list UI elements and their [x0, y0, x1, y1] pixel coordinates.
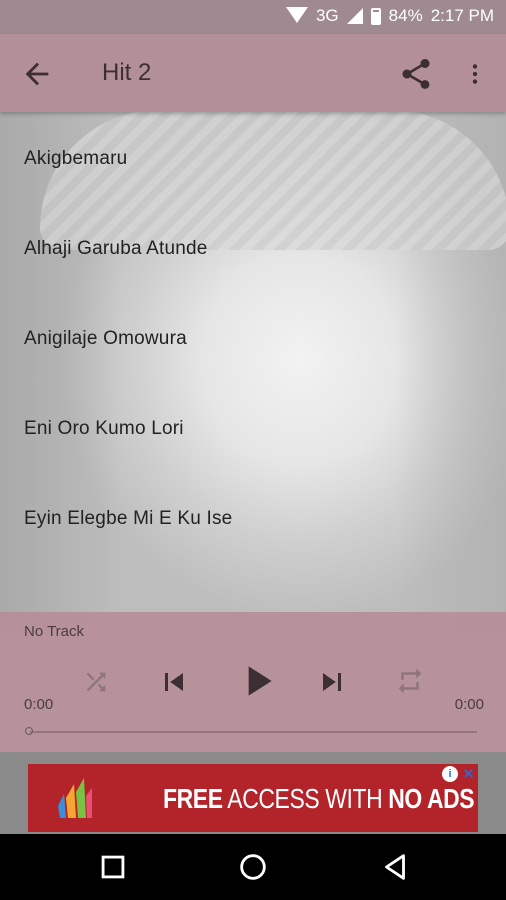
- wifi-icon: [285, 7, 308, 25]
- ad-banner[interactable]: FREE ACCESS WITH NO ADS i ✕: [28, 764, 478, 832]
- seek-thumb[interactable]: [25, 727, 33, 735]
- back-nav-icon[interactable]: [378, 850, 412, 884]
- song-title: Akigbemaru: [24, 148, 128, 169]
- battery-icon: [370, 7, 381, 25]
- recents-icon[interactable]: [96, 850, 130, 884]
- play-icon[interactable]: [232, 656, 282, 706]
- clock: 2:17 PM: [430, 6, 494, 25]
- song-title: Alhaji Garuba Atunde: [24, 238, 208, 259]
- navigation-bar: [0, 834, 506, 900]
- seek-bar[interactable]: [30, 731, 477, 733]
- list-item-song[interactable]: Alhaji Garuba Atunde: [0, 202, 506, 292]
- ad-headline: FREE ACCESS WITH NO ADS: [163, 783, 475, 814]
- ad-close-icon[interactable]: ✕: [462, 765, 475, 783]
- song-list: Akigbemaru Alhaji Garuba Atunde Anigilaj…: [0, 112, 506, 562]
- app-bar: Hit 2: [0, 34, 506, 112]
- signal-icon: [346, 8, 363, 24]
- network-type: 3G: [315, 6, 339, 25]
- elapsed-time: 0:00: [24, 696, 54, 713]
- status-bar: 3G 84% 2:17 PM: [0, 0, 506, 34]
- list-item-song[interactable]: Anigilaje Omowura: [0, 292, 506, 382]
- page-title: Hit 2: [102, 59, 152, 86]
- home-icon[interactable]: [236, 850, 270, 884]
- list-item-song[interactable]: Akigbemaru: [0, 112, 506, 202]
- battery-level: 84%: [388, 6, 423, 25]
- list-item-song[interactable]: Eni Oro Kumo Lori: [0, 382, 506, 472]
- repeat-icon[interactable]: [395, 666, 425, 696]
- back-arrow-icon[interactable]: [20, 57, 54, 91]
- list-item-song[interactable]: Eyin Elegbe Mi E Ku Ise: [0, 472, 506, 562]
- app-logo-icon: [58, 778, 92, 818]
- ad-info-icon[interactable]: i: [442, 766, 458, 782]
- previous-icon[interactable]: [156, 664, 192, 700]
- song-title: Eni Oro Kumo Lori: [24, 418, 184, 439]
- song-title: Anigilaje Omowura: [24, 328, 187, 349]
- music-player: No Track 0:00 0:00: [0, 612, 506, 752]
- track-name: No Track: [24, 623, 85, 640]
- next-icon[interactable]: [314, 664, 350, 700]
- duration-time: 0:00: [454, 696, 484, 713]
- song-title: Eyin Elegbe Mi E Ku Ise: [24, 508, 233, 529]
- ad-container: FREE ACCESS WITH NO ADS i ✕: [0, 752, 506, 834]
- more-vert-icon[interactable]: [462, 56, 488, 92]
- shuffle-icon[interactable]: [82, 668, 110, 696]
- share-icon[interactable]: [398, 56, 434, 92]
